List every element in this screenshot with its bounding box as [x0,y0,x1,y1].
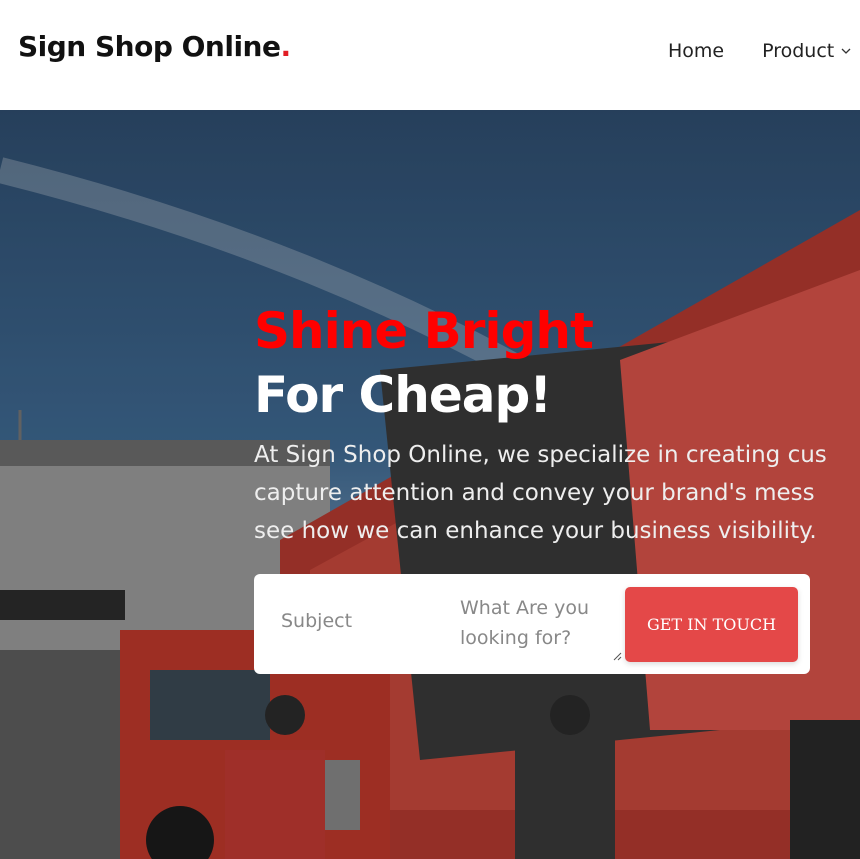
hero-heading-accent: Shine Bright [254,302,594,360]
nav-product-label: Product [762,40,835,62]
hero-heading: For Cheap! [254,366,552,424]
brand-name: Sign Shop Online [18,30,281,63]
hero-description: At Sign Shop Online, we specialize in cr… [254,436,860,550]
site-header: Sign Shop Online. Home Product [0,0,860,110]
looking-for-textarea[interactable] [460,593,610,653]
get-in-touch-button[interactable]: GET IN TOUCH [625,587,798,662]
nav-home[interactable]: Home [668,40,724,62]
resize-handle-icon[interactable] [612,651,622,661]
subject-input[interactable] [281,610,441,632]
hero-description-line: capture attention and convey your brand'… [254,480,815,506]
nav-product[interactable]: Product [762,40,852,62]
contact-form: GET IN TOUCH [254,574,810,674]
hero-description-line: At Sign Shop Online, we specialize in cr… [254,442,827,468]
main-nav: Home Product [668,40,852,62]
nav-home-label: Home [668,40,725,62]
hero-section: Shine Bright For Cheap! At Sign Shop Onl… [0,110,860,859]
hero-description-line: see how we can enhance your business vis… [254,518,817,544]
site-logo[interactable]: Sign Shop Online. [18,30,291,63]
brand-dot: . [280,30,291,63]
chevron-down-icon [841,48,851,54]
